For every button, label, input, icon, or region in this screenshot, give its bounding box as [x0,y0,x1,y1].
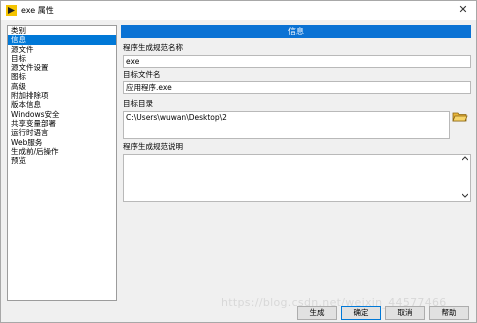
help-button[interactable]: 帮助 [429,306,469,320]
category-item-additional-exclusions[interactable]: 附加排除项 [8,91,116,100]
labview-app-icon [6,5,17,16]
close-button[interactable]: ✕ [454,2,472,18]
category-item-windows-security[interactable]: Windows安全 [8,110,116,119]
category-item-advanced[interactable]: 高级 [8,82,116,91]
category-item-version-info[interactable]: 版本信息 [8,100,116,109]
target-file-label: 目标文件名 [123,70,161,79]
category-item-preview[interactable]: 预览 [8,156,116,165]
target-dir-label: 目标目录 [123,99,153,108]
category-item-destinations[interactable]: 目标 [8,54,116,63]
cancel-button[interactable]: 取消 [385,306,425,320]
category-item-shared-variable-deployment[interactable]: 共享变量部署 [8,119,116,128]
category-item-info[interactable]: 信息 [8,35,116,45]
category-item-run-time-languages[interactable]: 运行时语言 [8,128,116,137]
description-label: 程序生成规范说明 [123,142,183,151]
window-title: exe 属性 [21,6,54,15]
category-item-web-services[interactable]: Web服务 [8,138,116,147]
category-header: 类别 [11,26,26,35]
target-dir-input[interactable]: C:\Users\wuwan\Desktop\2 [123,111,450,139]
build-button[interactable]: 生成 [297,306,337,320]
description-textarea[interactable] [123,154,471,202]
scroll-up-icon[interactable] [462,156,468,161]
browse-folder-icon[interactable] [452,110,468,123]
category-item-source-files[interactable]: 源文件 [8,45,116,54]
scroll-down-icon[interactable] [462,193,468,198]
target-file-input[interactable]: 应用程序.exe [123,81,471,94]
category-item-pre-post-build-actions[interactable]: 生成前/后操作 [8,147,116,156]
category-list[interactable]: 类别 信息 源文件 目标 源文件设置 图标 高级 附加排除项 版本信息 Wind… [7,25,117,301]
spec-name-input[interactable]: exe [123,55,471,68]
category-item-source-file-settings[interactable]: 源文件设置 [8,63,116,72]
section-title: 信息 [121,25,471,38]
ok-button[interactable]: 确定 [341,306,381,320]
spec-name-label: 程序生成规范名称 [123,43,183,52]
title-bar: exe 属性 ✕ [1,1,476,20]
properties-window: exe 属性 ✕ 类别 信息 源文件 目标 源文件设置 图标 高级 附加排除项 … [0,0,477,323]
category-item-icon[interactable]: 图标 [8,72,116,81]
